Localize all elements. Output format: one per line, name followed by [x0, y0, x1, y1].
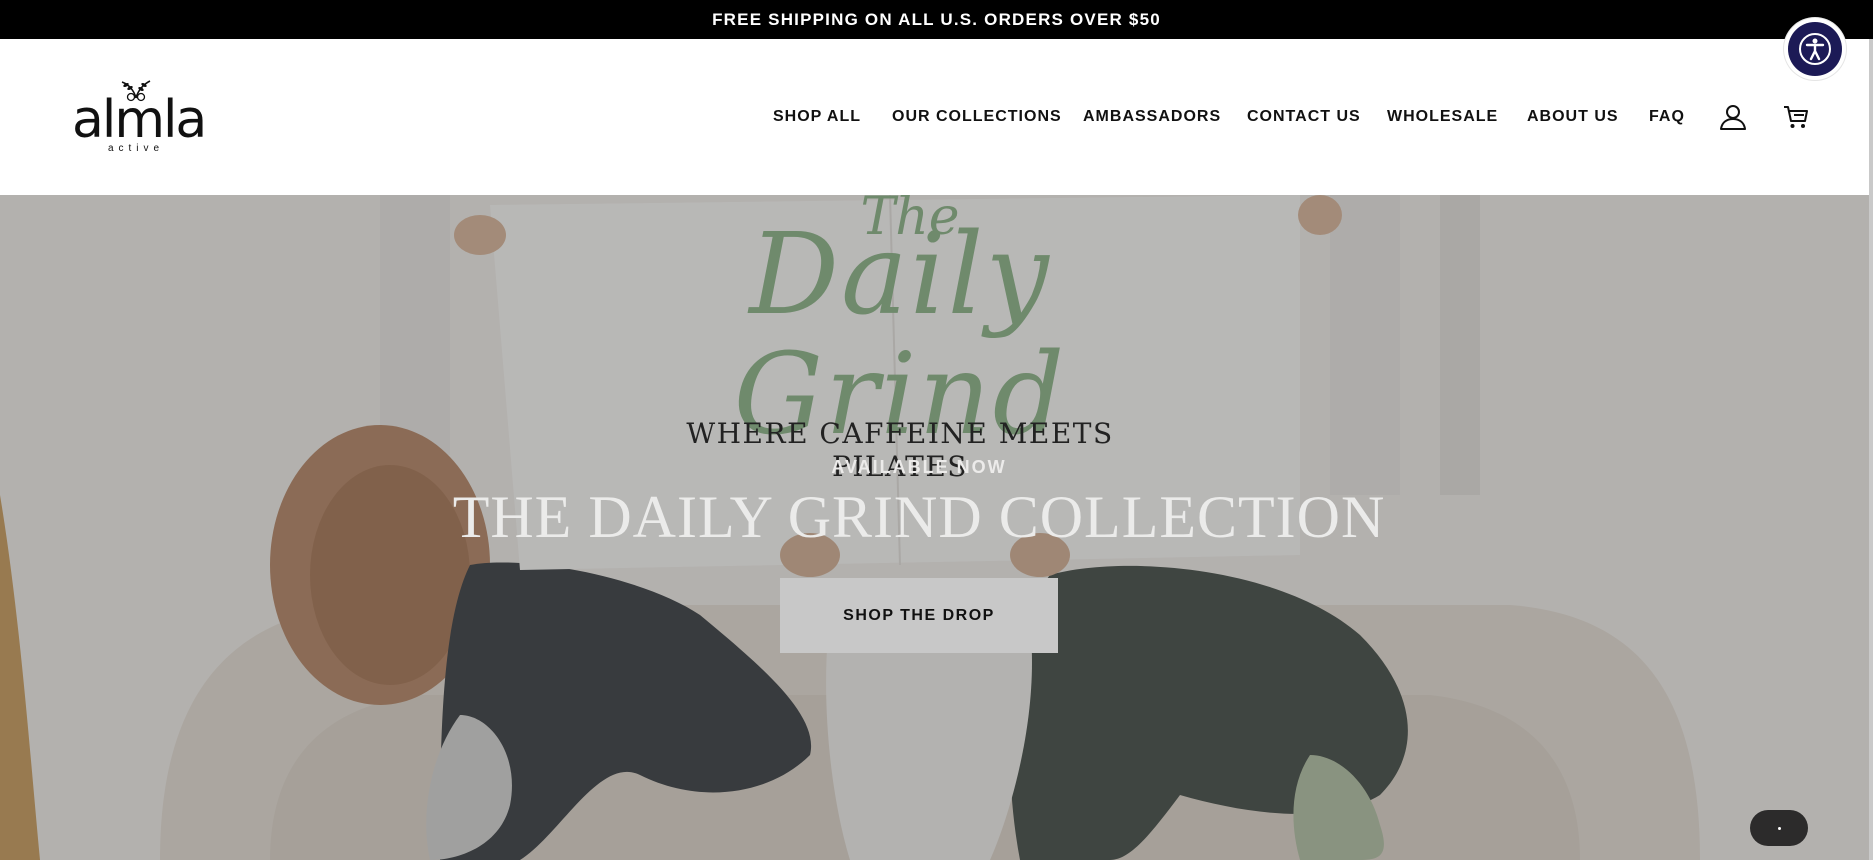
nav-item-about-us[interactable]: ABOUT US: [1527, 105, 1619, 129]
nav-item-shop-all[interactable]: SHOP ALL: [773, 105, 861, 129]
nav-item-faq[interactable]: FAQ: [1649, 105, 1685, 129]
nav-item-ambassadors[interactable]: AMBASSADORS: [1083, 105, 1221, 129]
hero-banner: The Daily Grind WHERE CAFFEINE MEETS PIL…: [0, 195, 1869, 860]
chat-icon: [1777, 826, 1781, 830]
announcement-bar: FREE SHIPPING ON ALL U.S. ORDERS OVER $5…: [0, 0, 1873, 39]
site-header: almla active SHOP ALL OUR COLLECTIONS AM…: [0, 39, 1873, 195]
accessibility-button[interactable]: [1784, 18, 1846, 80]
hero-title: THE DAILY GRIND COLLECTION: [452, 484, 1386, 550]
main-nav: SHOP ALL OUR COLLECTIONS AMBASSADORS CON…: [0, 39, 1873, 195]
shop-the-drop-button[interactable]: SHOP THE DROP: [780, 578, 1058, 653]
nav-item-wholesale[interactable]: WHOLESALE: [1387, 105, 1498, 129]
chat-button[interactable]: [1750, 810, 1808, 846]
page-scrollbar[interactable]: [1869, 39, 1873, 860]
nav-item-our-collections[interactable]: OUR COLLECTIONS: [892, 105, 1062, 129]
user-icon[interactable]: [1718, 102, 1748, 132]
hero-kicker: AVAILABLE NOW: [831, 457, 1007, 477]
accessibility-icon: [1799, 33, 1831, 65]
accessibility-icon-wrap: [1788, 22, 1842, 76]
nav-item-contact-us[interactable]: CONTACT US: [1247, 105, 1361, 129]
cart-icon[interactable]: [1781, 102, 1811, 132]
announcement-text: FREE SHIPPING ON ALL U.S. ORDERS OVER $5…: [712, 9, 1161, 29]
